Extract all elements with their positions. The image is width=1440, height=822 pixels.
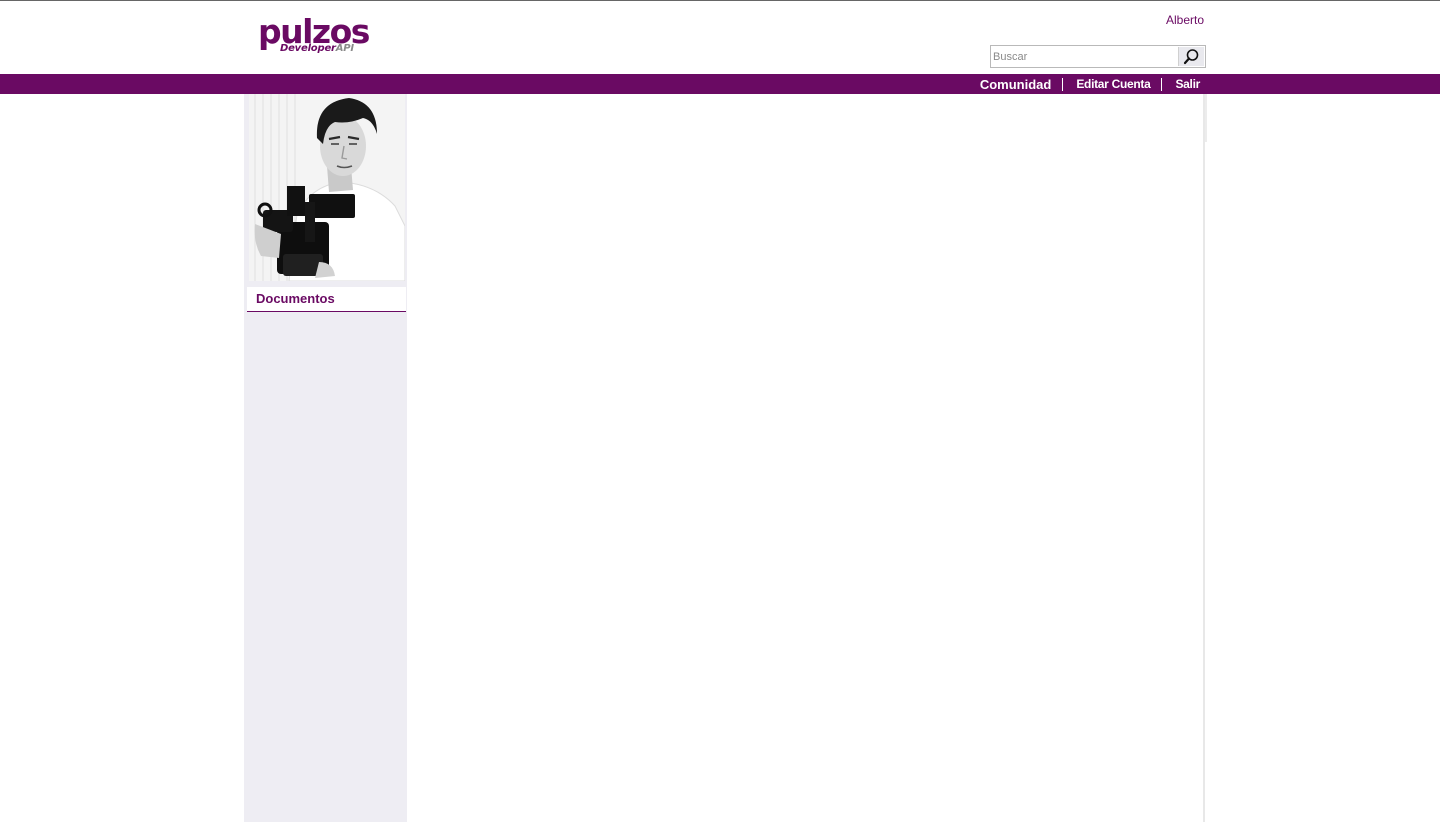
profile-photo[interactable] (249, 94, 405, 281)
main-nav-bar: Comunidad Editar Cuenta Salir (0, 74, 1440, 94)
nav-divider (1062, 77, 1064, 91)
documentos-title: Documentos (256, 291, 335, 306)
search-icon (1183, 49, 1199, 65)
header: pulzos DeveloperAPI Alberto (0, 1, 1440, 74)
content-right-border-accent (1205, 94, 1207, 142)
user-name-link[interactable]: Alberto (1166, 13, 1204, 27)
search-input[interactable] (991, 46, 1179, 67)
search-box (990, 45, 1206, 68)
logo-tagline-main: Developer (280, 43, 336, 54)
nav-salir[interactable]: Salir (1175, 77, 1200, 91)
main-nav: Comunidad Editar Cuenta Salir (980, 74, 1200, 94)
search-button[interactable] (1178, 47, 1204, 66)
pulzos-logo[interactable]: pulzos DeveloperAPI (258, 15, 378, 59)
nav-divider (1161, 77, 1163, 91)
profile-photo-image (249, 94, 405, 281)
logo-tagline: DeveloperAPI (280, 43, 354, 54)
nav-editar-cuenta[interactable]: Editar Cuenta (1076, 77, 1150, 91)
nav-comunidad[interactable]: Comunidad (980, 77, 1052, 92)
documentos-section-header[interactable]: Documentos (247, 287, 406, 312)
sidebar: Documentos (244, 94, 407, 822)
logo-tagline-accent: API (335, 43, 354, 54)
content-right-border (1203, 94, 1205, 822)
